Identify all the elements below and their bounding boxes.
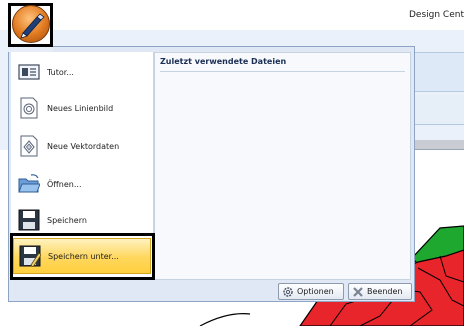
menu-item-label: Neue Vektordaten <box>47 141 120 151</box>
menu-item-save-as[interactable]: Speichern unter... <box>13 238 151 274</box>
pen-icon <box>20 13 45 39</box>
menu-item-label: Tutor... <box>47 67 74 77</box>
close-icon <box>353 286 363 297</box>
menu-command-list: Tutor... Neues Linienbild Neue Vektordat… <box>11 52 154 280</box>
tutorial-icon <box>18 64 40 80</box>
new-line-image-icon <box>20 97 38 119</box>
menu-item-new-vector-data[interactable]: Neue Vektordaten <box>11 128 154 164</box>
outline-curve <box>199 313 251 326</box>
menu-item-tutorial[interactable]: Tutor... <box>11 54 154 90</box>
menu-footer: Optionen Beenden <box>8 280 415 302</box>
menu-item-label: Speichern unter... <box>48 251 119 261</box>
exit-button[interactable]: Beenden <box>348 283 412 300</box>
options-button[interactable]: Optionen <box>278 283 344 300</box>
save-as-icon <box>19 245 41 267</box>
recent-files-panel: Zuletzt verwendete Dateien <box>154 52 411 280</box>
menu-item-label: Neues Linienbild <box>47 103 114 113</box>
menu-item-new-line-image[interactable]: Neues Linienbild <box>11 90 154 126</box>
recent-files-header: Zuletzt verwendete Dateien <box>160 56 405 72</box>
gear-icon <box>283 286 293 297</box>
options-label: Optionen <box>297 287 334 296</box>
open-folder-icon <box>18 174 40 193</box>
menu-item-label: Öffnen... <box>47 179 82 189</box>
menu-item-label: Speichern <box>47 215 87 225</box>
exit-label: Beenden <box>367 287 403 296</box>
save-icon <box>18 209 40 231</box>
application-button[interactable] <box>12 5 50 43</box>
menu-item-open[interactable]: Öffnen... <box>11 166 154 202</box>
new-vector-data-icon <box>20 135 38 157</box>
menu-item-save[interactable]: Speichern <box>11 202 154 238</box>
